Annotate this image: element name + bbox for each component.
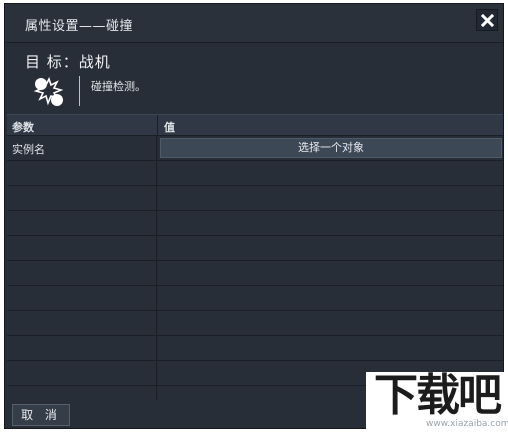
target-label: 目 标：战机 xyxy=(25,53,111,71)
column-divider xyxy=(157,115,158,137)
empty-cell xyxy=(158,336,503,360)
value-cell: 选择一个对象 xyxy=(158,136,503,160)
collision-icon xyxy=(33,76,64,106)
param-name: 实例名 xyxy=(12,143,45,156)
empty-cell xyxy=(7,336,157,360)
empty-cell xyxy=(7,361,157,385)
empty-cell xyxy=(158,286,503,310)
watermark: 下载吧 www.xiazaiba.com xyxy=(366,372,508,433)
empty-cell xyxy=(7,186,157,210)
window-title: 属性设置——碰撞 xyxy=(25,19,134,34)
grid-header: 参数 值 xyxy=(7,114,503,137)
collision-settings-dialog: 属性设置——碰撞 目 标：战机 碰撞检测。 参数 值 实例名 选择一个对象 取 … xyxy=(4,3,504,429)
empty-cell xyxy=(158,261,503,285)
select-object-button[interactable]: 选择一个对象 xyxy=(160,138,502,158)
close-button[interactable] xyxy=(476,9,498,31)
property-grid: 参数 值 实例名 选择一个对象 xyxy=(5,114,503,400)
close-icon xyxy=(481,14,494,27)
empty-row xyxy=(7,236,503,261)
column-header-param: 参数 xyxy=(12,121,34,134)
behavior-description: 碰撞检测。 xyxy=(91,80,146,93)
empty-row xyxy=(7,161,503,186)
empty-row xyxy=(7,336,503,361)
watermark-logo: 下载吧 xyxy=(374,370,502,421)
empty-row xyxy=(7,261,503,286)
title-bar: 属性设置——碰撞 xyxy=(5,4,503,43)
empty-cell xyxy=(158,311,503,335)
empty-cell xyxy=(158,161,503,185)
empty-row xyxy=(7,211,503,236)
empty-cell xyxy=(7,386,157,400)
empty-cell xyxy=(7,311,157,335)
behavior-divider xyxy=(79,76,80,106)
empty-row xyxy=(7,286,503,311)
empty-cell xyxy=(7,161,157,185)
empty-cell xyxy=(7,286,157,310)
empty-row xyxy=(7,186,503,211)
cancel-button[interactable]: 取 消 xyxy=(12,404,70,426)
empty-cell xyxy=(158,236,503,260)
empty-cell xyxy=(7,211,157,235)
watermark-url: www.xiazaiba.com xyxy=(426,419,508,429)
empty-cell xyxy=(158,186,503,210)
empty-cell xyxy=(158,211,503,235)
table-row: 实例名 选择一个对象 xyxy=(7,136,503,161)
empty-cell xyxy=(7,261,157,285)
empty-cell xyxy=(7,236,157,260)
column-header-value: 值 xyxy=(164,121,175,134)
empty-row xyxy=(7,311,503,336)
param-cell: 实例名 xyxy=(7,136,157,160)
